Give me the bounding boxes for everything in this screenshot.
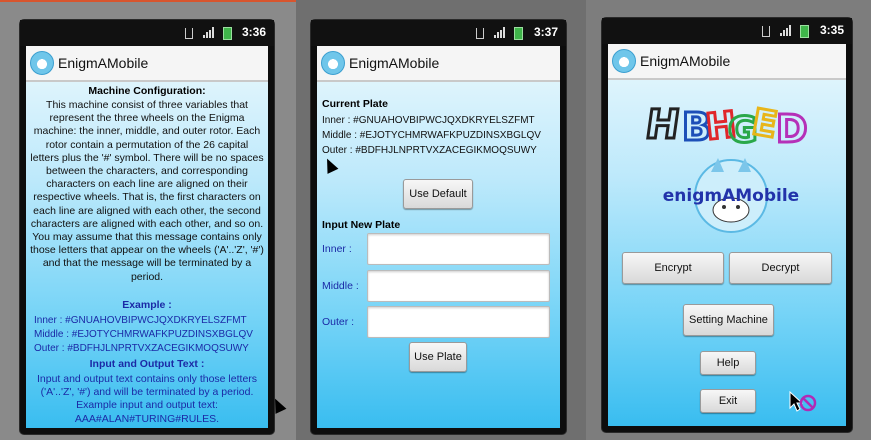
- io-heading: Input and Output Text :: [89, 358, 205, 370]
- example-middle: Middle : #EJOTYCHMRWAFKPUZDINSXBGLQV: [34, 329, 253, 340]
- usb-icon: [476, 28, 484, 39]
- current-middle: Middle : #EJOTYCHMRWAFKPUZDINSXBGLQV: [322, 130, 541, 141]
- config-description: This machine consist of three variables …: [30, 99, 264, 283]
- svg-text:H: H: [646, 102, 683, 148]
- battery-icon: [223, 27, 232, 40]
- svg-text:D: D: [776, 107, 808, 150]
- enigma-mobile-logo: enigmAMobile: [663, 158, 799, 233]
- title-bar: EnigmAMobile: [317, 46, 560, 82]
- title-bar: EnigmAMobile: [608, 44, 846, 80]
- scribble-logo-image: H B H G E D: [646, 100, 809, 150]
- status-time: 3:35: [819, 23, 844, 37]
- use-plate-button[interactable]: Use Plate: [409, 342, 467, 372]
- outer-label: Outer :: [322, 316, 355, 328]
- phone-screen-2: 3:37 EnigmAMobile Current Plate Inner : …: [311, 20, 566, 434]
- app-screen: EnigmAMobile Machine Configuration: This…: [26, 46, 268, 428]
- app-title: EnigmAMobile: [58, 55, 149, 71]
- signal-icon: [780, 25, 792, 36]
- app-logo-icon: [612, 49, 636, 73]
- status-bar: 3:35: [602, 18, 852, 44]
- brand-logo-text: enigmAMobile: [663, 186, 799, 206]
- status-icons: [476, 27, 536, 40]
- io-description: Input and output text contains only thos…: [36, 373, 258, 425]
- outer-input[interactable]: [367, 306, 550, 338]
- battery-icon: [514, 27, 523, 40]
- current-outer: Outer : #BDFHJLNPRTVXZACEGIKMOQSUWY: [322, 145, 537, 156]
- status-bar: 3:36: [20, 20, 274, 46]
- encrypt-button[interactable]: Encrypt: [622, 252, 724, 284]
- example-heading: Example :: [122, 299, 172, 311]
- config-heading: Machine Configuration:: [88, 85, 206, 97]
- example-outer: Outer : #BDFHJLNPRTVXZACEGIKMOQSUWY: [34, 343, 249, 354]
- app-screen: EnigmAMobile H B H G E D enigmAMobile En…: [608, 44, 846, 426]
- status-icons: [185, 27, 245, 40]
- app-screen: EnigmAMobile Current Plate Inner : #GNUA…: [317, 46, 560, 428]
- battery-icon: [800, 25, 809, 38]
- signal-icon: [203, 27, 215, 38]
- input-new-plate-heading: Input New Plate: [322, 219, 401, 231]
- exit-button[interactable]: Exit: [700, 389, 756, 413]
- setting-machine-button[interactable]: Setting Machine: [683, 304, 774, 336]
- title-bar: EnigmAMobile: [26, 46, 268, 82]
- status-time: 3:36: [241, 25, 266, 39]
- app-logo-icon: [321, 51, 345, 75]
- inner-input[interactable]: [367, 233, 550, 265]
- decrypt-button[interactable]: Decrypt: [729, 252, 832, 284]
- current-plate-heading: Current Plate: [322, 98, 388, 110]
- status-time: 3:37: [533, 25, 558, 39]
- phone-screen-3: 3:35 EnigmAMobile H B H G E D enigmAMobi…: [602, 18, 852, 432]
- app-title: EnigmAMobile: [349, 55, 440, 71]
- app-logo-icon: [30, 51, 54, 75]
- usb-icon: [762, 26, 770, 37]
- current-inner: Inner : #GNUAHOVBIPWCJQXDKRYELSZFMT: [322, 115, 535, 126]
- help-button[interactable]: Help: [700, 351, 756, 375]
- middle-label: Middle :: [322, 280, 359, 292]
- app-title: EnigmAMobile: [640, 53, 731, 69]
- inner-label: Inner :: [322, 243, 352, 255]
- status-icons: [762, 25, 822, 38]
- use-default-button[interactable]: Use Default: [403, 179, 473, 209]
- phone-screen-1: 3:36 EnigmAMobile Machine Configuration:…: [20, 20, 274, 434]
- no-entry-cursor-icon: [789, 390, 817, 412]
- middle-input[interactable]: [367, 270, 550, 302]
- usb-icon: [185, 28, 193, 39]
- status-bar: 3:37: [311, 20, 566, 46]
- signal-icon: [494, 27, 506, 38]
- example-inner: Inner : #GNUAHOVBIPWCJQXDKRYELSZFMT: [34, 315, 247, 326]
